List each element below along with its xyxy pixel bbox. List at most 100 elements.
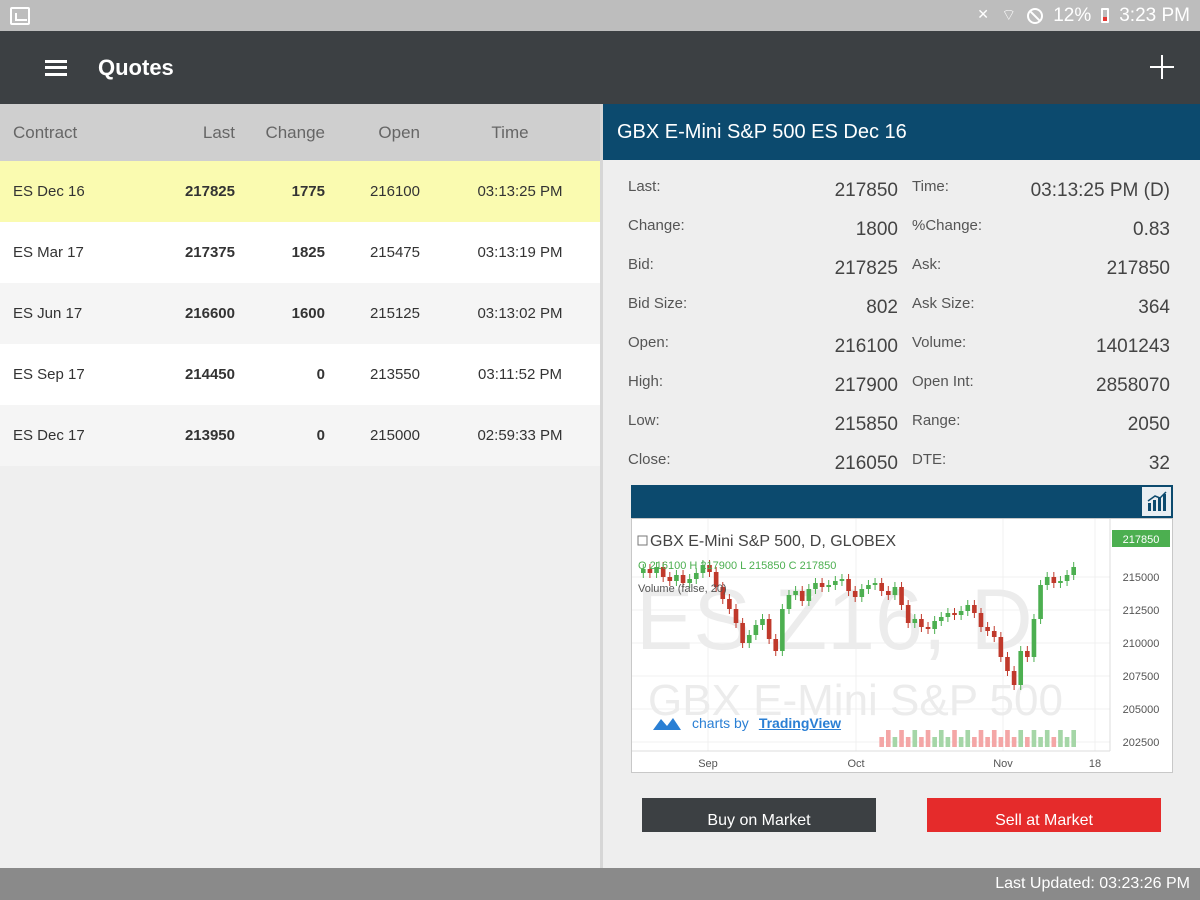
stat-value: 0.83 <box>1133 219 1170 240</box>
candle <box>978 613 984 627</box>
volume-bar <box>892 737 898 747</box>
cell-contract: ES Sep 17 <box>13 366 85 383</box>
chart-ohlc-readout: O 216100 H 217900 L 215850 C 217850 <box>638 560 836 572</box>
cell-time: 02:59:33 PM <box>477 427 563 444</box>
volume-bar <box>1064 737 1070 747</box>
stat-label: Open Int: <box>912 373 974 390</box>
y-tick-label: 210000 <box>1123 638 1160 650</box>
candle <box>1038 585 1043 619</box>
candle <box>852 591 858 597</box>
candle <box>985 627 990 631</box>
stat-label: Change: <box>628 217 685 234</box>
stat-last: Last: 217850 <box>628 166 898 205</box>
candle <box>912 619 918 623</box>
table-row[interactable]: ES Jun 17 216600 1600 215125 03:13:02 PM <box>0 283 600 344</box>
stat-bid: Bid: 217825 <box>628 244 898 283</box>
cell-open: 215125 <box>369 305 420 322</box>
candle <box>919 619 924 627</box>
detail-title: GBX E-Mini S&P 500 ES Dec 16 <box>603 104 1200 160</box>
candle <box>998 637 1004 657</box>
stat-label: Range: <box>912 412 961 429</box>
stat-ask-size: Ask Size: 364 <box>912 283 1170 322</box>
stat-label: Low: <box>628 412 660 429</box>
stat-value: 03:13:25 PM (D) <box>1030 180 1170 201</box>
buy-on-market-button[interactable]: Buy on Market <box>642 798 876 832</box>
quote-detail-panel: GBX E-Mini S&P 500 ES Dec 16 Last: 217850… <box>603 104 1200 868</box>
volume-bar <box>998 737 1004 747</box>
stat-value: 216100 <box>834 336 898 357</box>
stat-value: 216050 <box>834 453 898 474</box>
stat-value: 32 <box>1148 453 1170 474</box>
chart-canvas[interactable]: ES Z16, D GBX E-Mini S&P 500 215000 21250… <box>631 518 1173 773</box>
stat-dte: DTE: 32 <box>912 439 1170 478</box>
volume-bar <box>972 737 977 747</box>
x-tick-label: Sep <box>698 758 718 770</box>
y-tick-label: 202500 <box>1123 737 1160 749</box>
hamburger-menu-icon[interactable] <box>45 59 67 76</box>
candle <box>1025 651 1030 657</box>
volume-bar <box>965 730 971 747</box>
volume-bar <box>932 737 937 747</box>
stat-label: Ask Size: <box>912 295 975 312</box>
table-row[interactable]: ES Dec 17 213950 0 215000 02:59:33 PM <box>0 405 600 466</box>
volume-bar <box>991 730 997 747</box>
candle <box>806 589 812 601</box>
candle <box>839 579 845 581</box>
column-header-last: Last <box>202 122 235 142</box>
stat-value: 1800 <box>855 219 898 240</box>
tradingview-attribution[interactable]: charts by TradingView <box>652 715 841 731</box>
quote-stats: Last: 217850 Change: 1800 Bid: 217825 Bid S… <box>603 160 1200 490</box>
candle <box>905 605 911 623</box>
candle <box>991 631 997 637</box>
tradingview-link[interactable]: TradingView <box>759 715 841 731</box>
last-price-label: 217850 <box>1123 534 1160 546</box>
candle <box>1031 619 1037 657</box>
sell-at-market-button[interactable]: Sell at Market <box>927 798 1161 832</box>
candle <box>760 619 765 625</box>
stat-value: 217850 <box>834 180 898 201</box>
cell-contract: ES Dec 16 <box>13 183 85 200</box>
screenshot-icon <box>10 6 30 25</box>
cell-change: 1825 <box>291 244 325 261</box>
cell-last: 217375 <box>184 244 235 261</box>
stat-open-interest: Open Int: 2858070 <box>912 361 1170 400</box>
volume-bar <box>1031 730 1037 747</box>
stat-value: 1401243 <box>1096 336 1170 357</box>
candle <box>925 627 931 629</box>
column-header-contract: Contract <box>13 122 78 142</box>
stat-time: Time: 03:13:25 PM (D) <box>912 166 1170 205</box>
legend-collapse-icon[interactable] <box>637 535 648 546</box>
chart-type-icon[interactable] <box>1140 485 1173 518</box>
tradingview-logo-icon <box>653 718 681 730</box>
candle <box>965 605 971 611</box>
candlestick-chart[interactable]: ES Z16, D GBX E-Mini S&P 500 21500021250… <box>632 519 1172 772</box>
column-header-open: Open <box>378 122 420 142</box>
cell-contract: ES Mar 17 <box>13 244 84 261</box>
table-row[interactable]: ES Sep 17 214450 0 213550 03:11:52 PM <box>0 344 600 405</box>
candle <box>753 625 759 635</box>
candle <box>693 573 699 579</box>
candle <box>780 609 785 651</box>
attribution-text: charts by <box>692 715 749 731</box>
candle <box>826 585 832 587</box>
table-row[interactable]: ES Mar 17 217375 1825 215475 03:13:19 PM <box>0 222 600 283</box>
candle <box>773 639 779 651</box>
cell-last: 216600 <box>184 305 235 322</box>
volume-bar <box>1011 737 1017 747</box>
last-updated-text: Last Updated: 03:23:26 PM <box>995 875 1190 892</box>
clock: 3:23 PM <box>1119 4 1190 26</box>
candle <box>766 619 772 639</box>
volume-bar <box>885 730 891 747</box>
cell-contract: ES Dec 17 <box>13 427 85 444</box>
stat-bid-size: Bid Size: 802 <box>628 283 898 322</box>
add-icon[interactable] <box>1150 55 1174 79</box>
stat-label: %Change: <box>912 217 983 234</box>
status-bar: 12% 3:23 PM <box>0 0 1200 31</box>
stat-label: Bid Size: <box>628 295 688 312</box>
volume-bar <box>958 737 964 747</box>
price-chart-widget: ES Z16, D GBX E-Mini S&P 500 215000 21250… <box>631 485 1173 775</box>
table-row[interactable]: ES Dec 16 217825 1775 216100 03:13:25 PM <box>0 161 600 222</box>
stat-value: 364 <box>1138 297 1170 318</box>
stat-percent-change: %Change: 0.83 <box>912 205 1170 244</box>
battery-percent: 12% <box>1053 4 1092 26</box>
